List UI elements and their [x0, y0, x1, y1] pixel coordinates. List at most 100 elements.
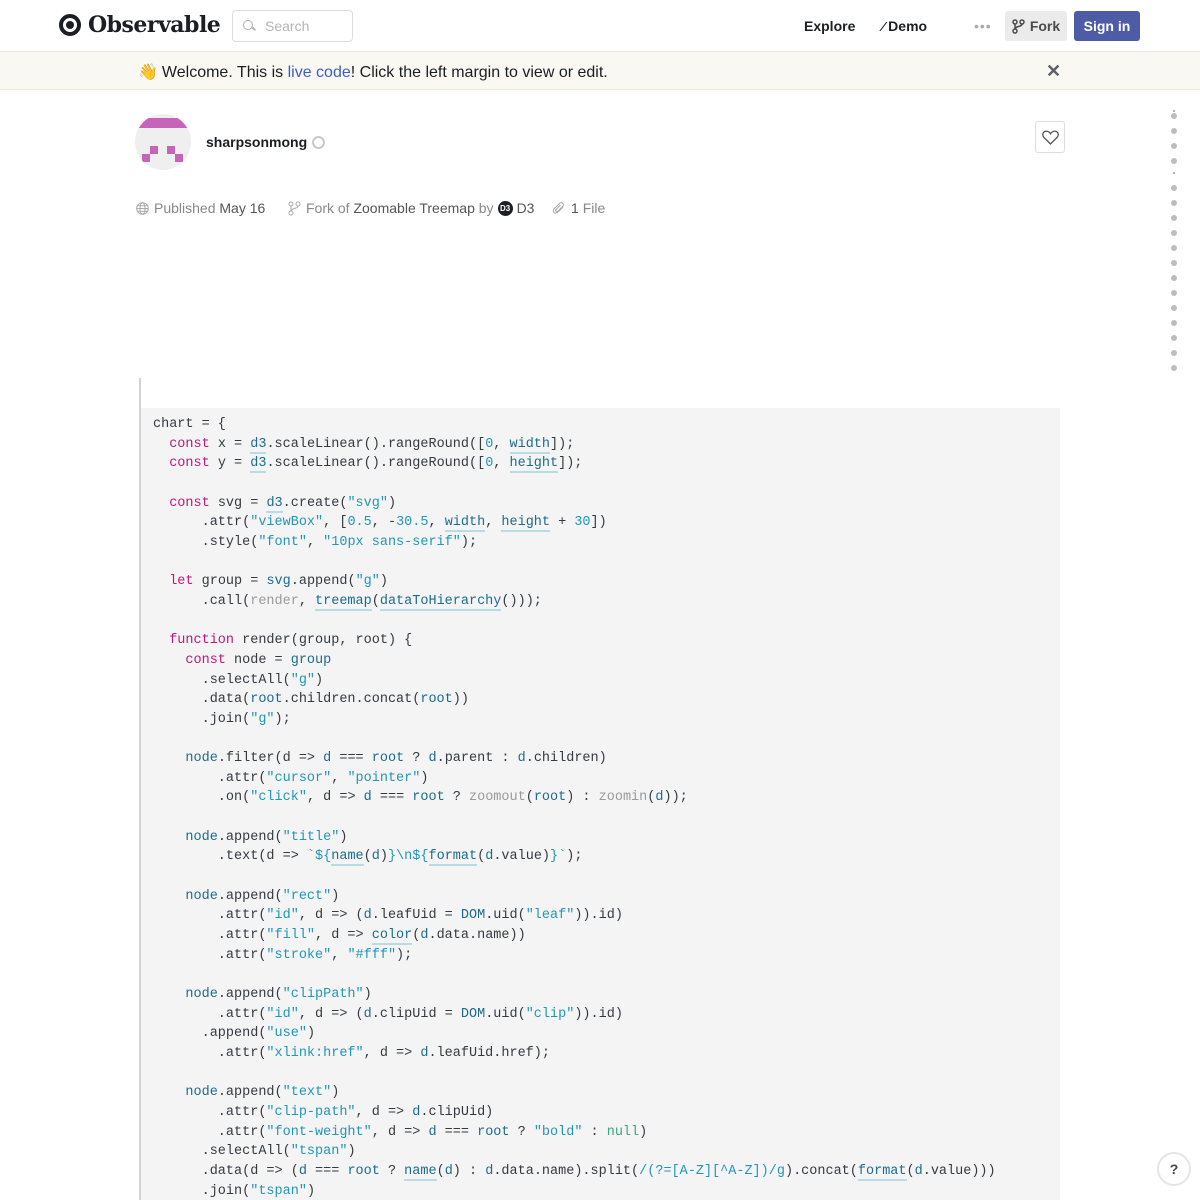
code-token: .value)))	[922, 1163, 996, 1179]
like-button[interactable]	[1035, 121, 1065, 153]
minimap-cell-dot[interactable]	[1171, 113, 1177, 119]
minimap-cell-dot[interactable]	[1171, 230, 1177, 236]
banner-text: 👋 Welcome. This is live code! Click the l…	[138, 62, 608, 82]
fork-author-link[interactable]: D3	[517, 200, 535, 216]
code-token: .attr(	[153, 1104, 267, 1120]
code-token: "#fff"	[347, 947, 397, 963]
code-token: .data(	[153, 692, 251, 708]
code-cell[interactable]: chart = { const x = d3.scaleLinear().ran…	[141, 408, 1060, 1200]
fork-button[interactable]: Fork	[1005, 11, 1067, 41]
code-token: node	[185, 829, 218, 845]
minimap-marker[interactable]	[1173, 110, 1175, 112]
minimap-cell-dot[interactable]	[1171, 320, 1177, 326]
code-token: .clipUid =	[371, 1006, 461, 1022]
code-token[interactable]: height	[509, 456, 559, 474]
more-options-button[interactable]: •••	[974, 18, 992, 34]
fork-source-link[interactable]: Zoomable Treemap	[353, 200, 474, 216]
code-token[interactable]: format	[428, 849, 478, 867]
code-token: ).concat(	[784, 1163, 858, 1179]
code-token: , d =>	[371, 1124, 429, 1140]
code-token[interactable]: width	[509, 436, 551, 454]
code-token: "leaf"	[525, 908, 575, 924]
code-token: .parent :	[436, 751, 518, 767]
code-token: .attr(	[153, 928, 267, 944]
code-token: (	[363, 849, 372, 865]
minimap-cell-dot[interactable]	[1171, 200, 1177, 206]
code-token: root	[347, 1163, 380, 1179]
code-token: ?	[444, 790, 469, 806]
code-line: .append("use")	[153, 1024, 1060, 1044]
code-token[interactable]: format	[857, 1163, 907, 1181]
minimap-cell-dot[interactable]	[1171, 215, 1177, 221]
code-token: d	[363, 1006, 372, 1022]
code-token[interactable]: d3	[250, 456, 267, 474]
code-token: .scaleLinear().rangeRound([	[266, 456, 486, 472]
demo-link[interactable]: ⁄ Demo	[882, 18, 927, 34]
help-button[interactable]: ?	[1157, 1152, 1191, 1186]
code-token[interactable]: name	[404, 1163, 437, 1181]
close-icon[interactable]: ✕	[1046, 61, 1061, 82]
minimap-cell-dot[interactable]	[1171, 290, 1177, 296]
code-token: "id"	[266, 1006, 299, 1022]
author-link[interactable]: sharpsonmong	[206, 134, 326, 150]
code-line: chart = {	[153, 415, 1060, 435]
code-token[interactable]: name	[331, 849, 364, 867]
code-token[interactable]: d3	[266, 495, 283, 513]
code-token: .append(	[217, 888, 283, 904]
code-token: .append(	[290, 574, 356, 590]
code-token: svg =	[209, 495, 267, 511]
code-token[interactable]: height	[501, 515, 551, 533]
code-line: const y = d3.scaleLinear().rangeRound([0…	[153, 454, 1060, 474]
minimap-cell-dot[interactable]	[1171, 350, 1177, 356]
code-token[interactable]: dataToHierarchy	[379, 593, 502, 611]
minimap-cell-dot[interactable]	[1171, 158, 1177, 164]
explore-link[interactable]: Explore	[804, 18, 855, 34]
live-code-link[interactable]: live code	[288, 64, 351, 81]
code-line: .attr("id", d => (d.clipUid = DOM.uid("c…	[153, 1005, 1060, 1025]
minimap-cell-dot[interactable]	[1171, 128, 1177, 134]
avatar[interactable]	[135, 114, 191, 170]
code-token: .leafUid =	[371, 908, 461, 924]
code-token: ===	[331, 751, 372, 767]
code-token: .attr(	[153, 770, 267, 786]
minimap-cell-dot[interactable]	[1171, 335, 1177, 341]
code-line: const node = group	[153, 651, 1060, 671]
minimap-cell-dot[interactable]	[1171, 185, 1177, 191]
minimap-cell-dot[interactable]	[1171, 260, 1177, 266]
code-token: "text"	[282, 1085, 332, 1101]
code-token: ===	[371, 790, 413, 806]
code-token: ))	[574, 908, 591, 924]
code-token: chart = {	[153, 417, 226, 432]
code-token: group =	[193, 574, 267, 590]
code-token: )	[639, 1124, 648, 1140]
code-token[interactable]: treemap	[315, 593, 372, 611]
code-token: let	[169, 574, 194, 590]
code-token: .filter(d =>	[217, 751, 324, 767]
code-token[interactable]: color	[371, 928, 413, 946]
minimap-cell-dot[interactable]	[1171, 275, 1177, 281]
code-token: d	[298, 1163, 307, 1179]
observable-logo[interactable]: Observable	[59, 12, 221, 38]
code-token[interactable]: d3	[250, 436, 267, 454]
search-input[interactable]	[265, 18, 345, 34]
minimap-cell-dot[interactable]	[1171, 365, 1177, 371]
code-token: );	[566, 849, 583, 865]
search-box[interactable]	[232, 10, 353, 42]
code-token: , [	[323, 515, 348, 531]
minimap-cell-dot[interactable]	[1171, 143, 1177, 149]
files-info[interactable]: 1 File	[552, 200, 605, 216]
minimap-marker[interactable]	[1173, 172, 1175, 174]
minimap-cell-dot[interactable]	[1171, 305, 1177, 311]
code-line: .join("tspan")	[153, 1182, 1060, 1200]
minimap-cell-dot[interactable]	[1171, 245, 1177, 251]
sign-in-button[interactable]: Sign in	[1074, 11, 1140, 41]
code-line: .text(d => `${name(d)}\n${format(d.value…	[153, 847, 1060, 867]
fork-label: Fork	[1029, 18, 1061, 34]
code-token: d	[914, 1163, 923, 1179]
code-token: );	[274, 711, 291, 727]
fork-icon	[288, 201, 301, 215]
code-token[interactable]: width	[444, 515, 486, 533]
